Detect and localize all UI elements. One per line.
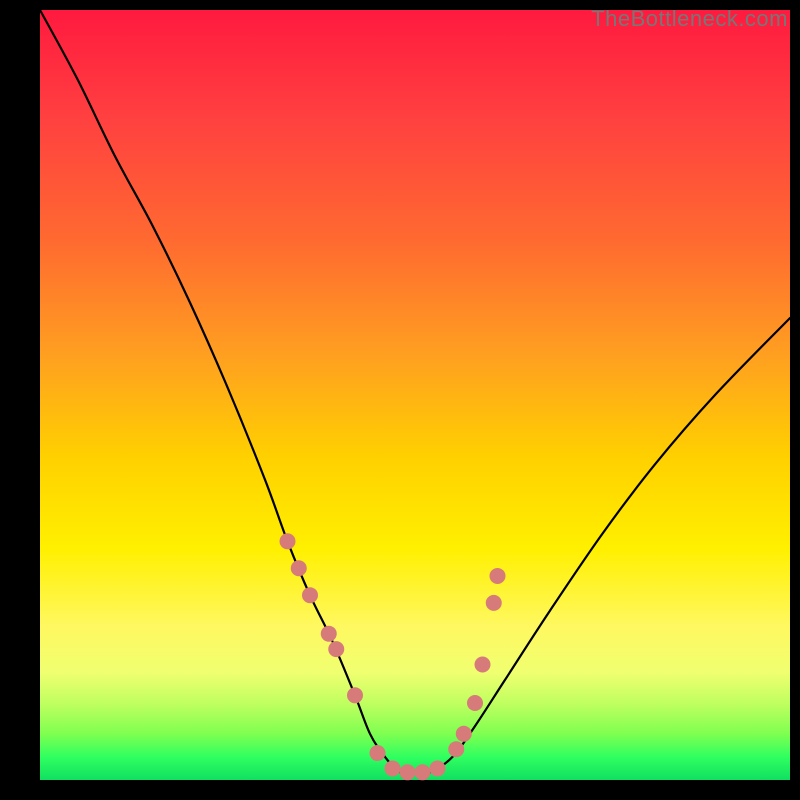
highlight-marker [456, 726, 472, 742]
plot-area [40, 10, 790, 780]
highlight-marker [321, 626, 337, 642]
highlight-marker [370, 745, 386, 761]
highlight-marker [448, 741, 464, 757]
highlight-marker [328, 641, 344, 657]
highlight-marker [430, 760, 446, 776]
highlight-marker [347, 687, 363, 703]
highlight-marker [415, 764, 431, 780]
highlight-marker [302, 587, 318, 603]
highlight-marker [467, 695, 483, 711]
watermark-text: TheBottleneck.com [591, 6, 788, 32]
chart-container: TheBottleneck.com [0, 0, 800, 800]
highlight-markers [280, 533, 506, 780]
highlight-marker [400, 764, 416, 780]
highlight-marker [385, 760, 401, 776]
highlight-marker [291, 560, 307, 576]
highlight-marker [475, 657, 491, 673]
chart-svg [40, 10, 790, 780]
highlight-marker [486, 595, 502, 611]
bottleneck-curve [40, 10, 790, 773]
highlight-marker [490, 568, 506, 584]
highlight-marker [280, 533, 296, 549]
